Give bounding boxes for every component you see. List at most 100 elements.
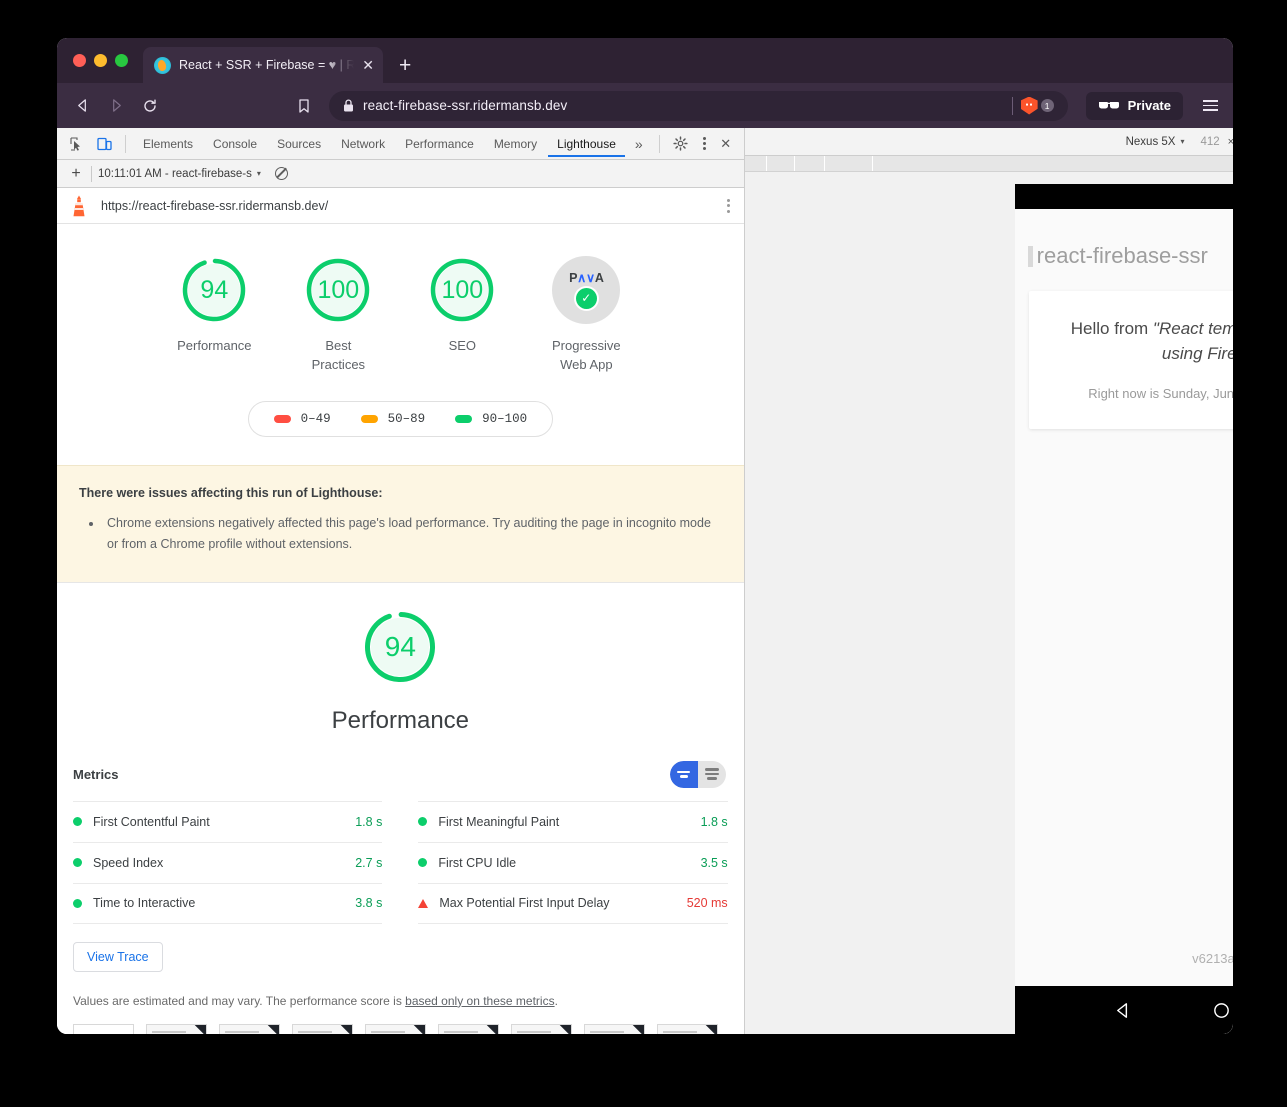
page-viewport: Fork me on GitHub react-firebase-ssr Hel… [1014, 209, 1233, 986]
back-arrow-icon[interactable] [67, 91, 97, 121]
legend-range-pass: 90–100 [482, 411, 528, 426]
maximize-window-button[interactable] [115, 54, 128, 67]
hello-heading: Hello from "React template with SSR by u… [1053, 317, 1233, 366]
legend-range-fail: 0–49 [300, 411, 331, 426]
metric-row[interactable]: First Meaningful Paint 1.8 s [418, 800, 728, 842]
devtools-tab-network[interactable]: Network [332, 130, 394, 157]
metric-name: First Contentful Paint [93, 814, 210, 829]
toggle-simple-view[interactable] [669, 760, 698, 788]
metric-row[interactable]: First Contentful Paint 1.8 s [73, 800, 383, 842]
filmstrip-frame [657, 1023, 718, 1034]
inspect-element-icon[interactable] [63, 131, 89, 157]
metric-row[interactable]: Time to Interactive 3.8 s [73, 882, 383, 924]
gauge-label-seo: SEO [448, 338, 477, 353]
metric-row[interactable]: Max Potential First Input Delay 520 ms [418, 882, 728, 924]
gear-icon[interactable] [668, 131, 694, 157]
clear-all-icon[interactable] [274, 167, 288, 180]
browser-tab[interactable]: React + SSR + Firebase = ♥ | Re ✕ [143, 47, 383, 83]
status-pass-icon [73, 858, 82, 868]
legend-swatch-pass [455, 414, 473, 423]
filmstrip-frame [219, 1023, 280, 1034]
new-tab-button[interactable]: + [399, 55, 411, 76]
private-window-badge[interactable]: Private [1085, 91, 1183, 120]
close-window-button[interactable] [73, 54, 86, 67]
close-devtools-icon[interactable]: ✕ [716, 136, 736, 152]
footnote-text-pre: Values are estimated and may vary. The p… [73, 993, 406, 1008]
emulated-device: 12:29 Fork me on GitHub react-firebase-s… [1014, 184, 1233, 1034]
new-audit-button[interactable]: + [65, 165, 87, 183]
ruler-segment [795, 156, 825, 171]
close-tab-icon[interactable]: ✕ [362, 58, 374, 72]
metric-value: 3.8 s [355, 896, 383, 911]
current-time-text: Right now is Sunday, June 21, 2020 10:11… [1088, 386, 1233, 402]
android-home-icon[interactable] [1212, 1001, 1231, 1020]
firebase-favicon-icon [154, 56, 171, 74]
devtools-tab-performance[interactable]: Performance [396, 130, 483, 157]
metrics-footnote: Values are estimated and may vary. The p… [73, 994, 728, 1008]
status-pass-icon [418, 858, 428, 868]
metric-row[interactable]: First CPU Idle 3.5 s [418, 841, 728, 883]
minimize-window-button[interactable] [94, 54, 107, 67]
report-options-icon[interactable] [726, 198, 730, 213]
shields-blocked-count: 1 [1040, 99, 1054, 112]
pwa-letter-a: A [594, 270, 604, 285]
screenshot-root: React + SSR + Firebase = ♥ | Re ✕ + reac… [0, 0, 1287, 1107]
metric-row[interactable]: Speed Index 2.7 s [73, 841, 383, 883]
run-warnings-list: Chrome extensions negatively affected th… [103, 513, 718, 556]
toggle-device-toolbar-icon[interactable] [91, 131, 117, 157]
metric-value: 1.8 s [700, 814, 728, 829]
devtools-tab-sources[interactable]: Sources [268, 130, 330, 157]
metrics-grid: First Contentful Paint 1.8 s Speed Index… [57, 800, 744, 924]
check-icon: ✓ [575, 287, 597, 309]
devtools-tab-console[interactable]: Console [204, 130, 266, 157]
devtools-tab-elements[interactable]: Elements [134, 130, 202, 157]
bookmark-icon[interactable] [289, 91, 319, 121]
status-pass-icon [73, 898, 82, 908]
viewport-width-input[interactable]: 412 [1200, 136, 1219, 148]
brave-shields-button[interactable]: 1 [1020, 96, 1054, 115]
more-tabs-icon[interactable]: » [627, 136, 651, 152]
metrics-column-left: First Contentful Paint 1.8 s Speed Index… [73, 800, 400, 924]
device-name: Nexus 5X [1125, 135, 1176, 148]
gauge-best-practices[interactable]: 100 Best Practices [289, 256, 387, 375]
gauge-seo[interactable]: 100 SEO [413, 256, 511, 375]
status-pass-icon [418, 817, 428, 827]
android-nav-bar [1014, 986, 1233, 1034]
address-bar[interactable]: react-firebase-ssr.ridermansb.dev 1 [329, 90, 1068, 121]
forward-arrow-icon[interactable] [101, 91, 131, 121]
gauge-score-seo: 100 [441, 275, 484, 304]
view-trace-button[interactable]: View Trace [73, 941, 163, 972]
filmstrip-frame [511, 1023, 572, 1034]
toggle-detail-view[interactable] [698, 761, 726, 788]
score-legend-wrap: 0–49 50–89 90–100 [57, 400, 744, 437]
actions-divider [658, 134, 660, 153]
metric-name: First Meaningful Paint [438, 814, 560, 829]
gauge-pwa[interactable]: P∧∨A ✓ Progressive Web App [537, 256, 635, 375]
category-gauges: 94 Performance 100 Best Practices 100 SE… [57, 224, 744, 375]
score-legend: 0–49 50–89 90–100 [247, 400, 554, 437]
lock-icon [344, 99, 353, 112]
gauge-performance[interactable]: 94 Performance [165, 256, 263, 375]
reload-icon[interactable] [135, 91, 165, 121]
metrics-view-toggle[interactable] [669, 760, 726, 788]
filmstrip-frame [292, 1023, 353, 1034]
metric-name: Speed Index [93, 855, 164, 870]
audit-run-selector[interactable]: 10:11:01 AM - react-firebase-s ▾ [98, 168, 261, 180]
android-back-icon[interactable] [1114, 1001, 1133, 1020]
browser-menu-icon[interactable] [1197, 99, 1223, 112]
gauge-ring-performance: 94 [180, 256, 248, 324]
view-trace-row: View Trace [57, 924, 744, 972]
devtools-tab-lighthouse[interactable]: Lighthouse [548, 130, 625, 157]
gauge-label-performance: Performance [177, 338, 252, 353]
gauge-label-pwa: Progressive Web App [552, 338, 621, 372]
device-selector[interactable]: Nexus 5X ▾ [1110, 136, 1201, 148]
ruler-segment [825, 156, 873, 171]
performance-score-block: 94 Performance [57, 583, 744, 735]
chevron-down-icon: ▾ [1180, 137, 1185, 146]
devtools-tab-memory[interactable]: Memory [485, 130, 546, 157]
device-stage: 12:29 Fork me on GitHub react-firebase-s… [744, 172, 1233, 1034]
filmstrip-frame [438, 1023, 499, 1034]
footnote-link[interactable]: based only on these metrics [405, 994, 554, 1008]
run-warning-item: Chrome extensions negatively affected th… [103, 513, 718, 556]
devtools-more-options-icon[interactable] [696, 137, 714, 150]
